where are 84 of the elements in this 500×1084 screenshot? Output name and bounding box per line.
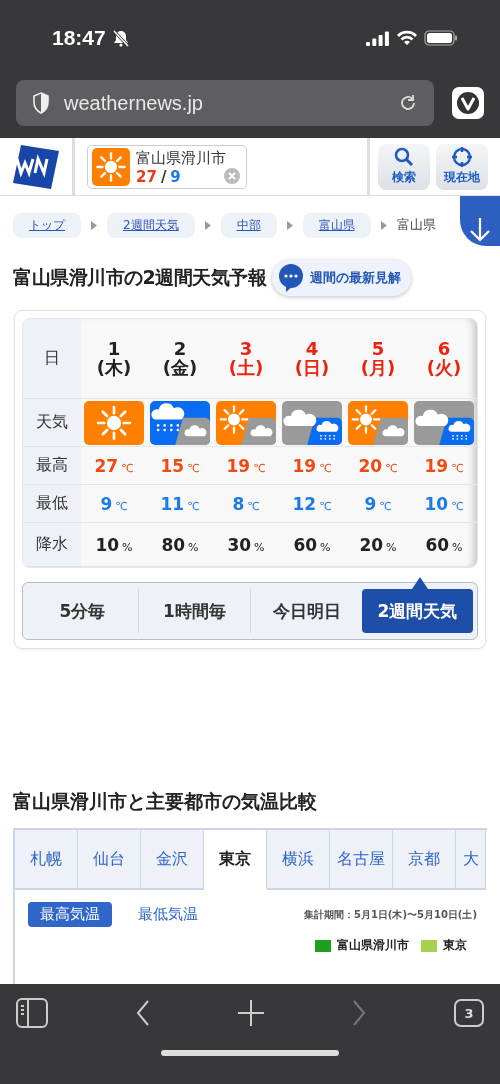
city-tab[interactable]: 金沢	[141, 830, 204, 890]
location-name: 富山県滑川市	[136, 148, 226, 167]
high-temp: 19 ℃	[226, 455, 266, 476]
date-cell: 1 (木)	[81, 319, 147, 399]
page-title: 富山県滑川市の2週間天気予報	[13, 265, 267, 290]
high-temp: 15 ℃	[160, 455, 200, 476]
period-text: 集計期間：5月1日(木)〜5月10日(土)	[303, 907, 477, 922]
date-cell: 3 (土)	[213, 319, 279, 399]
scroll-down-button[interactable]	[460, 196, 500, 246]
browser-logo-icon[interactable]	[452, 87, 484, 119]
high-temp: 20 ℃	[358, 455, 398, 476]
signal-icon	[366, 29, 390, 46]
precip-value: 60 %	[293, 534, 331, 555]
low-temp: 11 ℃	[160, 493, 200, 514]
battery-icon	[424, 29, 458, 46]
city-tab[interactable]: 横浜	[267, 830, 330, 890]
breadcrumb-link[interactable]: 2週間天気	[107, 212, 195, 238]
bell-muted-icon	[111, 28, 130, 47]
down-arrow-icon	[469, 216, 491, 242]
legend-label: 富山県滑川市	[337, 937, 409, 954]
search-button[interactable]: 検索	[378, 143, 430, 190]
chevron-icon	[204, 220, 211, 230]
precip-value: 20 %	[359, 534, 397, 555]
row-label: 最低	[23, 485, 81, 523]
row-label: 天気	[23, 399, 81, 447]
chat-bubble-icon	[278, 264, 305, 292]
view-tab[interactable]: 1時間毎	[138, 589, 250, 633]
location-button[interactable]: 現在地	[436, 143, 488, 190]
date-cell: 6 (火)	[411, 319, 477, 399]
url-text: weathernews.jp	[64, 91, 204, 115]
view-tab[interactable]: 5分毎	[27, 589, 138, 633]
low-temp: 9	[170, 167, 181, 186]
sidebar-icon[interactable]	[16, 998, 48, 1028]
reload-icon[interactable]	[398, 93, 418, 113]
row-label: 降水	[23, 523, 81, 567]
low-temp: 9 ℃	[364, 493, 392, 514]
city-tab[interactable]: 札幌	[15, 830, 78, 890]
crosshair-icon	[452, 147, 472, 167]
logo-icon[interactable]	[13, 144, 59, 189]
back-icon[interactable]	[135, 999, 151, 1027]
low-temp: 9 ℃	[100, 493, 128, 514]
plus-icon[interactable]	[238, 1000, 264, 1026]
search-icon	[394, 147, 414, 167]
location-card[interactable]: 富山県滑川市 27 / 9	[87, 144, 247, 189]
low-temp: 10 ℃	[424, 493, 464, 514]
precip-value: 30 %	[227, 534, 265, 555]
legend-label: 東京	[443, 937, 467, 954]
city-tab[interactable]: 仙台	[78, 830, 141, 890]
city-tab[interactable]: 京都	[393, 830, 456, 890]
high-temp: 19 ℃	[424, 455, 464, 476]
address-bar[interactable]: weathernews.jp	[16, 80, 434, 126]
filter-tab[interactable]: 最高気温	[28, 902, 112, 927]
date-cell: 5 (月)	[345, 319, 411, 399]
date-cell: 2 (金)	[147, 319, 213, 399]
breadcrumb-current: 富山県	[396, 216, 436, 234]
row-label: 最高	[23, 447, 81, 485]
breadcrumb-link[interactable]: 中部	[220, 212, 277, 238]
section-title: 富山県滑川市と主要都市の気温比較	[13, 789, 318, 814]
chevron-icon	[380, 220, 387, 230]
low-temp: 8 ℃	[232, 493, 260, 514]
tab-count-button[interactable]: 3	[454, 999, 484, 1027]
status-time: 18:47	[52, 25, 106, 50]
city-tab[interactable]: 大	[456, 830, 486, 890]
shield-icon	[32, 92, 50, 114]
precip-value: 60 %	[425, 534, 463, 555]
forward-icon[interactable]	[351, 999, 367, 1027]
temp-separator: /	[160, 167, 167, 186]
row-label: 日	[23, 319, 81, 399]
breadcrumb-link[interactable]: 富山県	[302, 212, 371, 238]
tab-pointer	[411, 577, 428, 589]
city-tab[interactable]: 名古屋	[330, 830, 393, 890]
high-temp: 19 ℃	[292, 455, 332, 476]
date-cell: 4 (日)	[279, 319, 345, 399]
filter-tab[interactable]: 最低気温	[126, 902, 210, 927]
opinion-button[interactable]: 週間の最新見解	[272, 260, 412, 296]
high-temp: 27	[136, 167, 157, 186]
chevron-icon	[286, 220, 293, 230]
precip-value: 10 %	[95, 534, 133, 555]
precip-value: 80 %	[161, 534, 199, 555]
low-temp: 12 ℃	[292, 493, 332, 514]
breadcrumb-link[interactable]: トップ	[13, 212, 81, 238]
high-temp: 27 ℃	[94, 455, 134, 476]
wifi-icon	[396, 29, 418, 46]
chevron-icon	[91, 220, 97, 230]
